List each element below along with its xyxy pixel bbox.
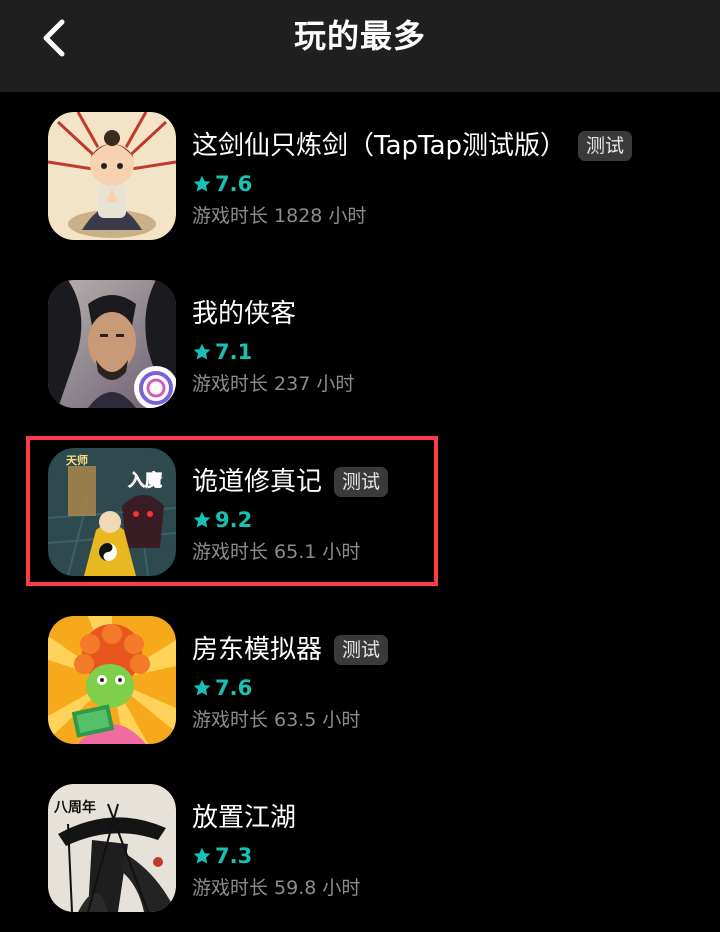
star-icon	[193, 343, 211, 360]
game-name: 我的侠客	[192, 299, 297, 329]
test-badge: 测试	[334, 635, 389, 665]
taoist-demon-icon[interactable]: 天师 入魔	[48, 448, 176, 576]
game-name: 房东模拟器	[192, 635, 323, 665]
rating-score: 7.6	[215, 172, 253, 196]
test-badge: 测试	[334, 467, 389, 497]
game-item-1[interactable]: 我的侠客 7.1 游戏时长 237 小时	[0, 260, 720, 428]
playtime: 游戏时长 65.1 小时	[192, 541, 361, 563]
landlord-money-icon[interactable]	[48, 616, 176, 744]
ink-swordsman-icon[interactable]: 八周年	[48, 784, 176, 912]
rating: 7.6	[192, 674, 252, 702]
game-item-4[interactable]: 八周年 放置江湖 7.3 游戏时长 59.8 小时	[0, 764, 720, 932]
playtime: 游戏时长 59.8 小时	[192, 877, 361, 899]
playtime: 游戏时长 63.5 小时	[192, 709, 361, 731]
rating: 7.6	[192, 170, 252, 198]
game-item-3[interactable]: 房东模拟器 测试 7.6 游戏时长 63.5 小时	[0, 596, 720, 764]
icon-label-right: 入魔	[128, 470, 162, 491]
rating-score: 7.6	[215, 676, 253, 700]
icon-label: 八周年	[53, 799, 96, 816]
top-bar: 玩的最多	[0, 0, 720, 92]
page-title: 玩的最多	[293, 17, 426, 55]
game-name: 诡道修真记	[192, 467, 323, 497]
rating: 7.3	[192, 842, 252, 870]
rating-score: 7.3	[215, 844, 253, 868]
star-icon	[193, 679, 211, 696]
test-badge: 测试	[578, 131, 633, 161]
game-item-2[interactable]: 天师 入魔 诡道修真记 测试 9.2 游戏时长 65.1 小时	[0, 428, 720, 596]
icon-label-left: 天师	[66, 453, 88, 467]
cultivator-boy-icon[interactable]	[48, 112, 176, 240]
rating: 9.2	[192, 506, 252, 534]
rating: 7.1	[192, 338, 252, 366]
game-name: 放置江湖	[192, 803, 297, 833]
playtime: 游戏时长 237 小时	[192, 373, 355, 395]
star-icon	[193, 847, 211, 864]
swordsman-portrait-icon[interactable]	[48, 280, 176, 408]
rating-score: 9.2	[215, 508, 253, 532]
star-icon	[193, 511, 211, 528]
game-item-0[interactable]: 这剑仙只炼剑（TapTap测试版） 测试 7.6 游戏时长 1828 小时	[0, 92, 720, 260]
rating-score: 7.1	[215, 340, 253, 364]
star-icon	[193, 175, 211, 192]
game-name: 这剑仙只炼剑（TapTap测试版）	[192, 131, 567, 161]
playtime: 游戏时长 1828 小时	[192, 205, 367, 227]
